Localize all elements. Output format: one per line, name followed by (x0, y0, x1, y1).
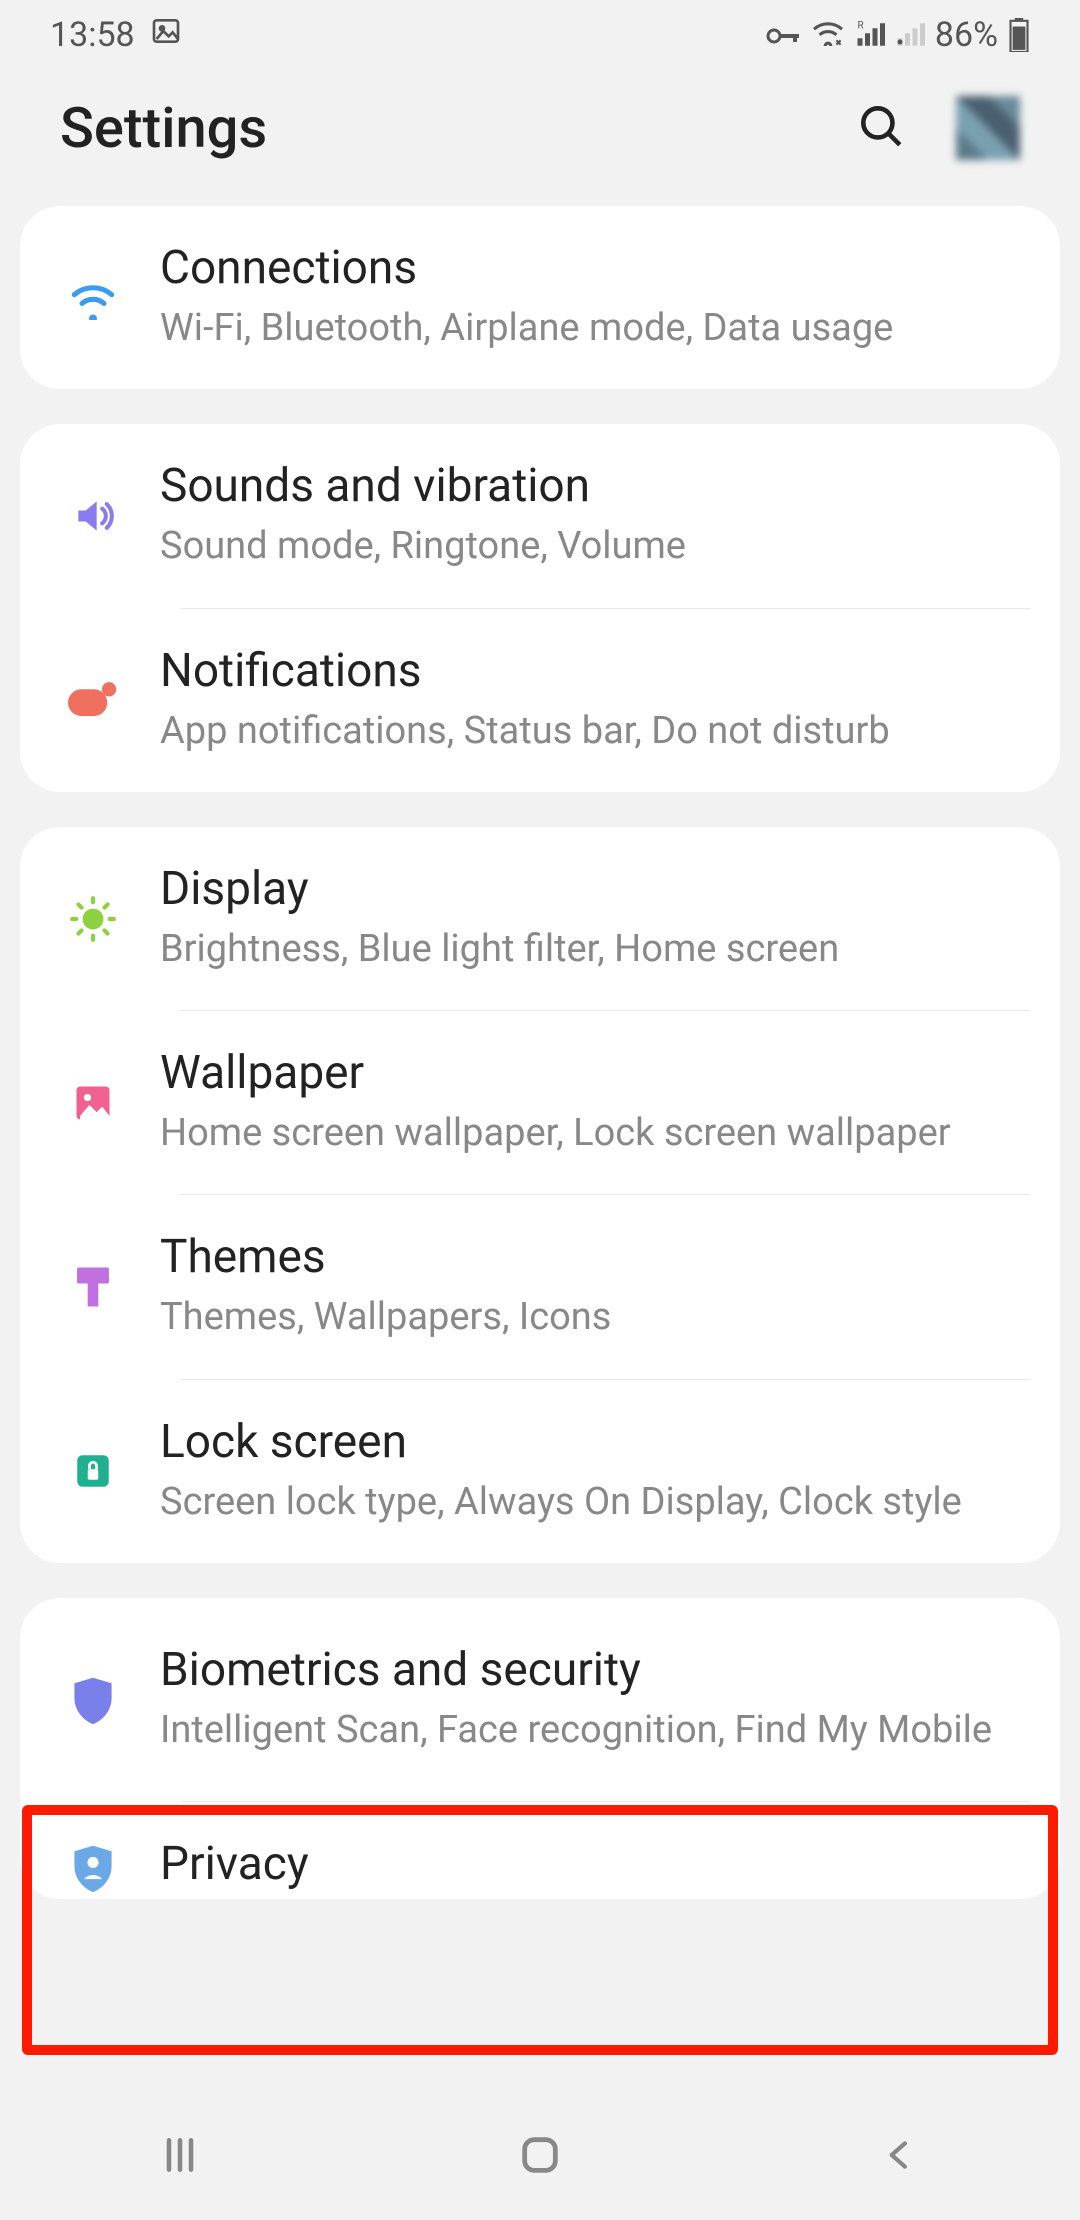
lock-icon (55, 1450, 130, 1492)
item-subtitle: Home screen wallpaper, Lock screen wallp… (160, 1108, 1025, 1159)
image-icon (150, 15, 182, 56)
item-title: Sounds and vibration (160, 459, 1025, 513)
nav-bar (0, 2090, 1080, 2220)
settings-group: Connections Wi-Fi, Bluetooth, Airplane m… (20, 206, 1060, 389)
item-subtitle: Intelligent Scan, Face recognition, Find… (160, 1705, 1025, 1756)
item-subtitle: Screen lock type, Always On Display, Clo… (160, 1477, 1025, 1528)
settings-group: Biometrics and security Intelligent Scan… (20, 1598, 1060, 1899)
display-icon (55, 894, 130, 944)
settings-group: Display Brightness, Blue light filter, H… (20, 827, 1060, 1563)
nav-back[interactable] (800, 2133, 1000, 2177)
svg-text:R: R (857, 20, 863, 31)
item-display[interactable]: Display Brightness, Blue light filter, H… (20, 827, 1060, 1010)
battery-percent: 86% (935, 15, 998, 55)
item-subtitle: App notifications, Status bar, Do not di… (160, 706, 1025, 757)
item-wallpaper[interactable]: Wallpaper Home screen wallpaper, Lock sc… (20, 1011, 1060, 1194)
item-subtitle: Sound mode, Ringtone, Volume (160, 521, 1025, 572)
item-subtitle: Themes, Wallpapers, Icons (160, 1292, 1025, 1343)
privacy-icon (55, 1842, 130, 1894)
avatar[interactable] (956, 96, 1020, 160)
nav-home[interactable] (440, 2132, 640, 2178)
item-title: Connections (160, 241, 1025, 295)
shield-icon (55, 1674, 130, 1726)
item-title: Lock screen (160, 1415, 1025, 1469)
battery-icon (1008, 18, 1030, 52)
item-title: Biometrics and security (160, 1643, 1025, 1697)
wallpaper-icon (55, 1081, 130, 1125)
status-left: 13:58 (50, 15, 182, 56)
item-title: Themes (160, 1230, 1025, 1284)
status-time: 13:58 (50, 15, 135, 55)
wifi-icon (811, 15, 845, 55)
item-privacy[interactable]: Privacy (20, 1802, 1060, 1899)
settings-list: Connections Wi-Fi, Bluetooth, Airplane m… (0, 206, 1080, 1899)
notification-icon (55, 681, 130, 719)
signal-icon: R (855, 15, 885, 55)
item-lockscreen[interactable]: Lock screen Screen lock type, Always On … (20, 1380, 1060, 1563)
item-themes[interactable]: Themes Themes, Wallpapers, Icons (20, 1195, 1060, 1378)
status-right: R 86% (765, 15, 1030, 55)
vpn-key-icon (765, 15, 801, 55)
nav-recent[interactable] (80, 2133, 280, 2177)
wifi-icon (55, 276, 130, 320)
item-subtitle: Wi-Fi, Bluetooth, Airplane mode, Data us… (160, 303, 1025, 354)
search-icon[interactable] (856, 101, 906, 155)
item-notifications[interactable]: Notifications App notifications, Status … (20, 609, 1060, 792)
item-title: Wallpaper (160, 1046, 1025, 1100)
item-biometrics[interactable]: Biometrics and security Intelligent Scan… (20, 1598, 1060, 1801)
status-bar: 13:58 R 86% (0, 0, 1080, 70)
settings-group: Sounds and vibration Sound mode, Rington… (20, 424, 1060, 792)
sound-icon (55, 494, 130, 538)
themes-icon (55, 1264, 130, 1310)
item-subtitle: Brightness, Blue light filter, Home scre… (160, 924, 1025, 975)
item-sounds[interactable]: Sounds and vibration Sound mode, Rington… (20, 424, 1060, 607)
item-connections[interactable]: Connections Wi-Fi, Bluetooth, Airplane m… (20, 206, 1060, 389)
page-title: Settings (60, 95, 267, 161)
header: Settings (0, 70, 1080, 206)
signal-weak-icon (895, 15, 925, 55)
item-title: Display (160, 862, 1025, 916)
item-title: Notifications (160, 644, 1025, 698)
item-title: Privacy (160, 1837, 1025, 1891)
